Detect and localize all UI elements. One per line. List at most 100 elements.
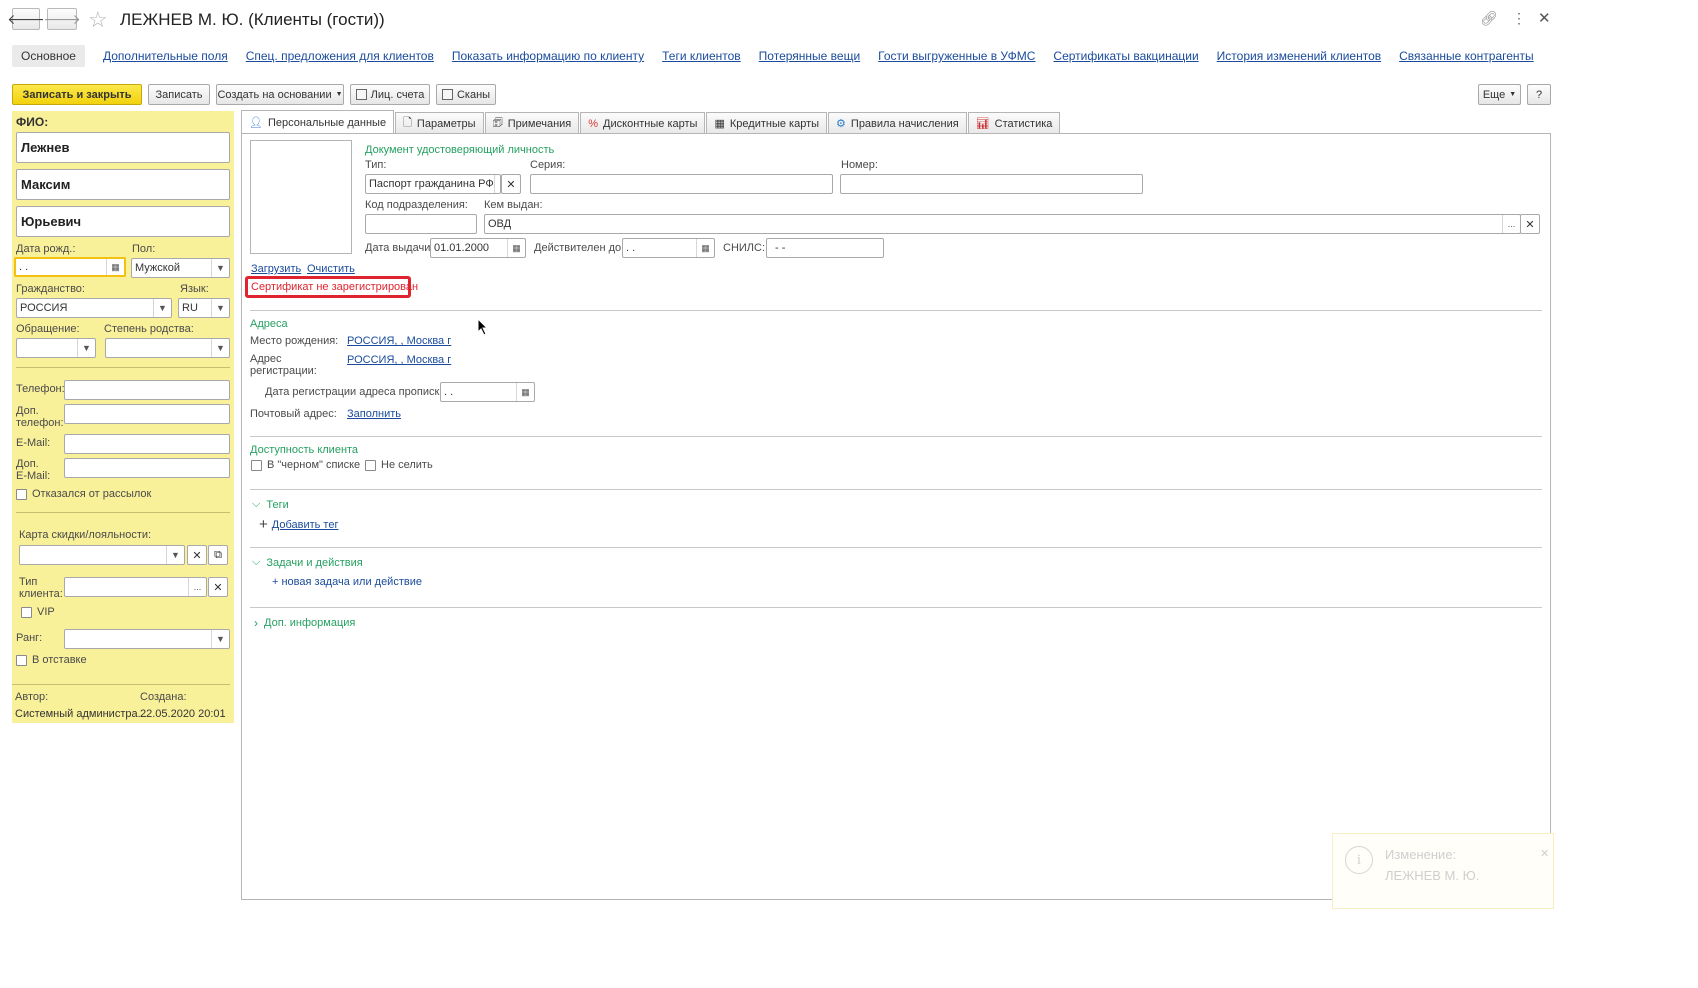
division-code-field[interactable] xyxy=(365,214,477,234)
phone-field[interactable] xyxy=(64,380,230,400)
issue-date-label: Дата выдачи: xyxy=(365,242,434,254)
dob-field[interactable]: . . ▦ xyxy=(14,257,126,277)
select-dots-icon[interactable]: ... xyxy=(1502,215,1520,233)
accounts-button[interactable]: Лиц. счета xyxy=(350,84,430,105)
close-icon[interactable]: ✕ xyxy=(1538,9,1551,27)
back-button[interactable]: 🡐 xyxy=(7,8,45,30)
close-icon[interactable]: ✕ xyxy=(1540,847,1549,860)
add-tag-button[interactable]: + Добавить тег xyxy=(259,516,338,533)
save-and-close-button[interactable]: Записать и закрыть xyxy=(12,84,142,105)
form-tab-client-tags[interactable]: Теги клиентов xyxy=(662,49,741,63)
more-button[interactable]: Еще ▼ xyxy=(1478,84,1521,105)
first-name-field[interactable]: Максим xyxy=(16,169,230,200)
chevron-down-icon[interactable]: ▼ xyxy=(211,339,229,357)
new-task-link[interactable]: + новая задача или действие xyxy=(272,576,422,588)
link-icon[interactable]: 🔗︎ xyxy=(1480,10,1498,27)
fio-label: ФИО: xyxy=(16,115,49,129)
tab-content: Загрузить Очистить Сертификат не зарегис… xyxy=(241,133,1551,900)
clear-client-type-button[interactable]: ✕ xyxy=(208,577,228,597)
doc-type-label: Тип: xyxy=(365,159,387,171)
middle-name-field[interactable]: Юрьевич xyxy=(16,206,230,237)
open-card-button[interactable]: ⧉ xyxy=(208,545,228,565)
registration-address-link[interactable]: РОССИЯ, , Москва г xyxy=(347,354,451,366)
doc-type-select[interactable]: Паспорт гражданина РФ▼ xyxy=(365,174,501,194)
issued-by-label: Кем выдан: xyxy=(484,199,543,211)
division-code-label: Код подразделения: xyxy=(365,199,468,211)
form-tab-main[interactable]: Основное xyxy=(12,45,85,67)
calendar-icon[interactable]: ▦ xyxy=(106,259,124,275)
rank-select[interactable]: ▼ xyxy=(64,629,230,649)
tags-group-toggle[interactable]: ⌵ Теги xyxy=(252,498,289,511)
client-type-field[interactable]: ... xyxy=(64,577,207,597)
form-tab-ufms[interactable]: Гости выгруженные в УФМС xyxy=(878,49,1035,63)
chevron-down-icon[interactable]: ▼ xyxy=(166,546,184,564)
arrow-right-icon: 🡒 xyxy=(43,10,81,27)
calendar-icon[interactable]: ▦ xyxy=(507,239,525,257)
email-field[interactable] xyxy=(64,434,230,454)
blacklist-checkbox[interactable]: В "черном" списке xyxy=(251,459,360,471)
extra-info-group-toggle[interactable]: › Доп. информация xyxy=(254,616,355,630)
tab-parameters[interactable]: 🗋 Параметры xyxy=(395,112,484,134)
clear-card-button[interactable]: ✕ xyxy=(187,545,207,565)
tab-notes[interactable]: 🗊 Примечания xyxy=(484,112,580,134)
form-tab-lost-items[interactable]: Потерянные вещи xyxy=(759,49,860,63)
forward-button[interactable]: 🡒 xyxy=(43,8,81,30)
no-checkin-checkbox[interactable]: Не селить xyxy=(365,459,433,471)
chevron-down-icon[interactable]: ▼ xyxy=(211,630,229,648)
divider xyxy=(250,436,1542,437)
chevron-down-icon[interactable]: ▼ xyxy=(211,299,229,317)
tab-discount-cards[interactable]: % Дисконтные карты xyxy=(580,112,706,134)
chevron-down-icon[interactable]: ▼ xyxy=(493,175,500,193)
load-photo-link[interactable]: Загрузить xyxy=(251,263,301,275)
clear-doc-type-button[interactable]: ✕ xyxy=(501,174,521,194)
chevron-down-icon[interactable]: ▼ xyxy=(153,299,171,317)
card-select[interactable]: ▼ xyxy=(19,545,185,565)
tab-credit-cards[interactable]: ▦ Кредитные карты xyxy=(706,112,828,134)
issue-date-field[interactable]: 01.01.2000 ▦ xyxy=(430,238,526,258)
form-tab-special-offers[interactable]: Спец. предложения для клиентов xyxy=(246,49,434,63)
tab-accrual-rules[interactable]: ⚙︎ Правила начисления xyxy=(828,112,967,134)
scans-button[interactable]: Сканы xyxy=(436,84,496,105)
chevron-down-icon[interactable]: ▼ xyxy=(211,259,229,277)
form-tab-extra-fields[interactable]: Дополнительные поля xyxy=(103,49,228,63)
last-name-field[interactable]: Лежнев xyxy=(16,132,230,163)
email2-field[interactable] xyxy=(64,458,230,478)
relation-select[interactable]: ▼ xyxy=(105,338,230,358)
gender-select[interactable]: Мужской ▼ xyxy=(131,258,230,278)
fill-mailing-address-link[interactable]: Заполнить xyxy=(347,408,401,420)
form-tab-history[interactable]: История изменений клиентов xyxy=(1217,49,1381,63)
star-icon[interactable]: ☆ xyxy=(88,7,108,33)
citizenship-select[interactable]: РОССИЯ ▼ xyxy=(16,298,172,318)
divider xyxy=(16,512,230,513)
series-field[interactable] xyxy=(530,174,833,194)
salutation-select[interactable]: ▼ xyxy=(16,338,96,358)
tasks-group-toggle[interactable]: ⌵ Задачи и действия xyxy=(252,556,363,569)
clear-issued-by-button[interactable]: ✕ xyxy=(1520,214,1540,234)
retired-checkbox[interactable]: В отставке xyxy=(16,654,87,666)
help-button[interactable]: ? xyxy=(1527,84,1551,105)
issued-by-field[interactable]: ОВД... xyxy=(484,214,1521,234)
registration-date-field[interactable]: . . ▦ xyxy=(440,382,535,402)
form-tab-client-info[interactable]: Показать информацию по клиенту xyxy=(452,49,644,63)
unsubscribed-checkbox[interactable]: Отказался от рассылок xyxy=(16,488,151,500)
tab-statistics[interactable]: 📊︎ Статистика xyxy=(967,112,1061,134)
phone2-field[interactable] xyxy=(64,404,230,424)
form-tab-vaccination[interactable]: Сертификаты вакцинации xyxy=(1053,49,1198,63)
clear-photo-link[interactable]: Очистить xyxy=(307,263,355,275)
save-button[interactable]: Записать xyxy=(148,84,210,105)
create-based-button[interactable]: Создать на основании ▼ xyxy=(216,84,344,105)
calendar-icon[interactable]: ▦ xyxy=(696,239,714,257)
vip-checkbox[interactable]: VIP xyxy=(21,606,55,618)
select-dots-icon[interactable]: ... xyxy=(188,578,206,596)
language-select[interactable]: RU ▼ xyxy=(178,298,230,318)
valid-until-field[interactable]: . . ▦ xyxy=(622,238,715,258)
chevron-down-icon[interactable]: ▼ xyxy=(77,339,95,357)
photo-placeholder[interactable] xyxy=(250,140,352,254)
form-tab-counterparties[interactable]: Связанные контрагенты xyxy=(1399,49,1534,63)
kebab-menu-icon[interactable]: ⋮ xyxy=(1512,10,1526,27)
snils-field[interactable]: - - xyxy=(766,238,884,258)
number-field[interactable] xyxy=(840,174,1143,194)
calendar-icon[interactable]: ▦ xyxy=(516,383,534,401)
birthplace-link[interactable]: РОССИЯ, , Москва г xyxy=(347,335,451,347)
tab-personal[interactable]: 👤︎ Персональные данные xyxy=(241,110,395,134)
